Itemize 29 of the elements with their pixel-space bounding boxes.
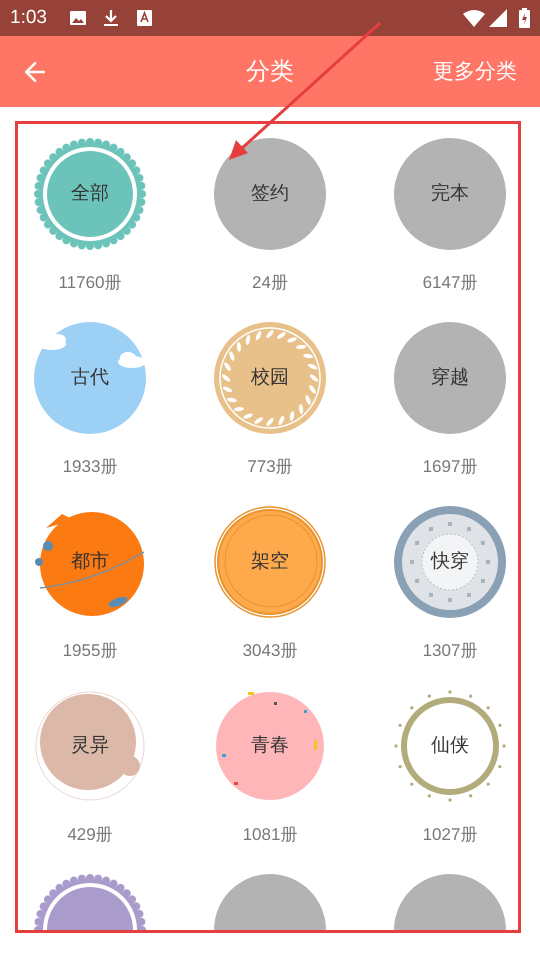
category-button[interactable]: 架空 bbox=[214, 506, 326, 618]
category-button[interactable]: 灵异 bbox=[34, 690, 146, 802]
book-count: 1081册 bbox=[242, 824, 298, 846]
download-icon bbox=[102, 9, 119, 27]
signal-icon bbox=[489, 9, 507, 27]
book-count: 1955册 bbox=[62, 640, 118, 662]
image-icon bbox=[68, 9, 87, 27]
category-button[interactable]: 青春 bbox=[214, 690, 326, 802]
book-count: 11760册 bbox=[58, 272, 122, 294]
book-count: 1697册 bbox=[422, 456, 478, 478]
book-count: 24册 bbox=[252, 272, 288, 294]
status-time: 1:03 bbox=[10, 6, 47, 30]
category-button[interactable]: 穿越 bbox=[394, 322, 506, 434]
category-button[interactable]: 古代 bbox=[34, 322, 146, 434]
category-button[interactable]: 完本 bbox=[394, 138, 506, 250]
book-count: 3043册 bbox=[242, 640, 298, 662]
wifi-icon bbox=[463, 10, 485, 26]
category-button[interactable]: 校园 bbox=[214, 322, 326, 434]
book-count: 429册 bbox=[67, 824, 113, 846]
font-icon bbox=[136, 10, 152, 26]
book-count: 1933册 bbox=[62, 456, 118, 478]
battery-icon bbox=[519, 8, 530, 28]
book-count: 1307册 bbox=[422, 640, 478, 662]
category-button[interactable]: 签约 bbox=[214, 138, 326, 250]
book-count: 6147册 bbox=[422, 272, 478, 294]
page-title: 分类 bbox=[246, 56, 294, 86]
category-button[interactable]: 快穿 bbox=[394, 506, 506, 618]
book-count: 1027册 bbox=[422, 824, 478, 846]
book-count: 773册 bbox=[247, 456, 293, 478]
